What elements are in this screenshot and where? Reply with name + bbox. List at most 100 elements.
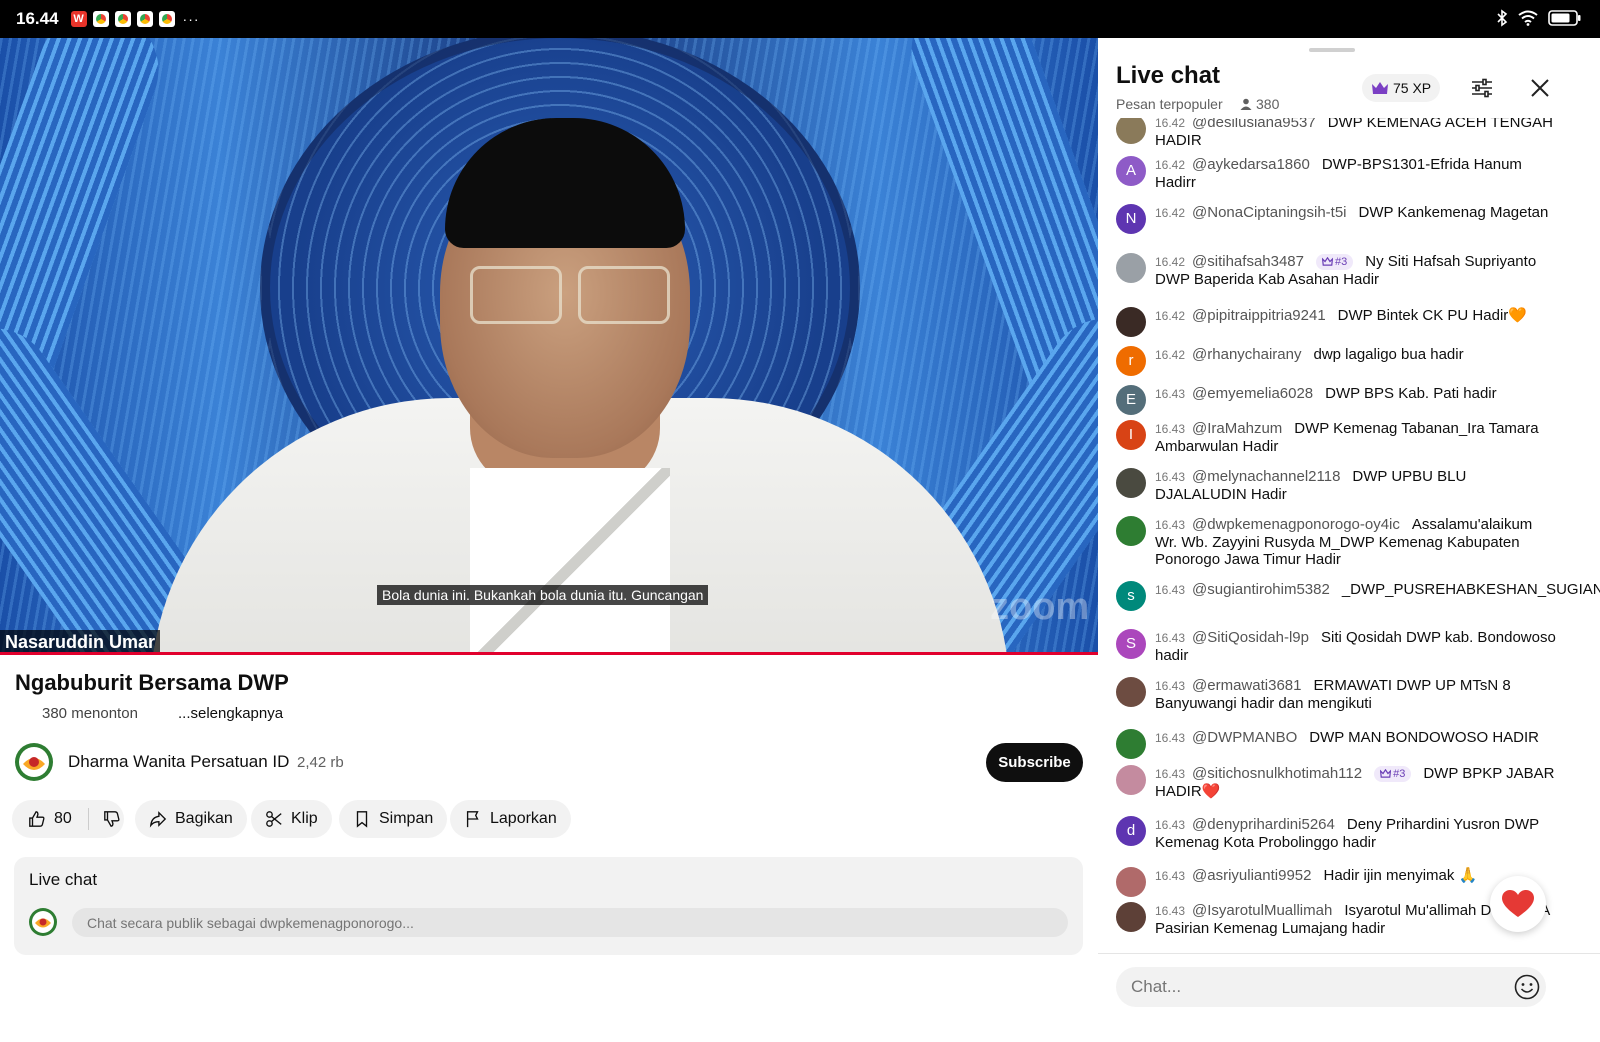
chat-message[interactable]: 16.42 @sitihafsah3487 #3 Ny Siti Hafsah Sup… <box>1116 253 1556 288</box>
thumbs-down-icon[interactable] <box>103 810 121 828</box>
chat-author-name[interactable]: @rhanychairany <box>1192 346 1301 363</box>
live-chat-preview[interactable]: Live chat <box>14 857 1083 955</box>
wifi-icon <box>1518 10 1538 26</box>
chat-author-name[interactable]: @asriyulianti9952 <box>1192 867 1311 884</box>
chat-message-body: 16.43 @melynachannel2118 DWP UPBU BLU DJAL… <box>1155 468 1556 503</box>
chat-timestamp: 16.42 <box>1155 348 1186 362</box>
chat-message[interactable]: 16.43 @dwpkemenagponorogo-oy4ic Assalamu'a… <box>1116 516 1556 568</box>
chat-message[interactable]: 16.43 @sitichosnulkhotimah112 #3 DWP BPKP J… <box>1116 765 1556 800</box>
share-button[interactable]: Bagikan <box>135 800 247 838</box>
chat-author-name[interactable]: @sitihafsah3487 <box>1192 253 1304 270</box>
like-count[interactable]: 80 <box>54 810 72 828</box>
chat-message-text: DWP Bintek CK PU Hadir🧡 <box>1337 307 1527 324</box>
chat-message-body: 16.43 @SitiQosidah-l9p Siti Qosidah DWP ka… <box>1155 629 1556 664</box>
channel-name[interactable]: Dharma Wanita Persatuan ID <box>68 752 289 772</box>
chat-author-avatar[interactable]: s <box>1116 581 1146 611</box>
chat-author-name[interactable]: @NonaCiptaningsih-t5i <box>1192 204 1346 221</box>
chrome-icon <box>114 11 131 27</box>
save-button[interactable]: Simpan <box>339 800 448 838</box>
chat-author-name[interactable]: @ermawati3681 <box>1192 677 1301 694</box>
chat-author-avatar[interactable] <box>1116 729 1146 759</box>
chat-author-name[interactable]: @sugiantirohim5382 <box>1192 581 1330 598</box>
chat-author-name[interactable]: @pipitraippitria9241 <box>1192 307 1326 324</box>
video-player[interactable]: zoom Bola dunia ini. Bukankah bola dunia… <box>0 38 1098 655</box>
chat-author-avatar[interactable]: d <box>1116 816 1146 846</box>
chat-author-avatar[interactable] <box>1116 307 1146 337</box>
clip-label: Klip <box>291 810 318 827</box>
battery-icon <box>1548 10 1581 26</box>
chat-message[interactable]: A 16.42 @aykedarsa1860 DWP-BPS1301-Efrida H… <box>1116 156 1556 191</box>
chat-message[interactable]: 16.43 @asriyulianti9952 Hadir ijin menyima… <box>1116 867 1556 897</box>
live-chat-preview-label: Live chat <box>29 870 98 889</box>
viewer-count: 380 menonton <box>42 705 138 722</box>
filter-settings-icon[interactable] <box>1470 76 1494 100</box>
video-progress-bar[interactable] <box>0 652 1098 655</box>
chat-author-avatar[interactable]: E <box>1116 385 1146 415</box>
report-button[interactable]: Laporkan <box>450 800 571 838</box>
chat-author-avatar[interactable] <box>1116 468 1146 498</box>
chat-author-name[interactable]: @melynachannel2118 <box>1192 468 1340 485</box>
chat-author-avatar[interactable] <box>1116 118 1146 144</box>
chat-message[interactable]: 16.43 @ermawati3681 ERMAWATI DWP UP MTsN 8… <box>1116 677 1556 712</box>
chat-message[interactable]: 16.43 @melynachannel2118 DWP UPBU BLU DJAL… <box>1116 468 1556 503</box>
chat-author-avatar[interactable] <box>1116 253 1146 283</box>
chat-message[interactable]: S 16.43 @SitiQosidah-l9p Siti Qosidah DWP k… <box>1116 629 1556 664</box>
chat-author-name[interactable]: @sitichosnulkhotimah112 <box>1192 765 1362 782</box>
chrome-icon <box>158 11 175 27</box>
chat-author-avatar[interactable] <box>1116 765 1146 795</box>
chat-message[interactable]: r 16.42 @rhanychairany dwp lagaligo bua had… <box>1116 346 1556 376</box>
share-label: Bagikan <box>175 810 233 827</box>
chat-author-name[interactable]: @dwpkemenagponorogo-oy4ic <box>1192 516 1400 533</box>
chat-message[interactable]: 16.42 @desilusiana9537 DWP KEMENAG ACEH TE… <box>1116 118 1556 149</box>
chat-author-avatar[interactable]: I <box>1116 420 1146 450</box>
chat-message[interactable]: s 16.43 @sugiantirohim5382 _DWP_PUSREHABKES… <box>1116 581 1600 611</box>
show-more-link[interactable]: ...selengkapnya <box>178 705 283 722</box>
chat-author-avatar[interactable] <box>1116 516 1146 546</box>
chat-author-name[interactable]: @IraMahzum <box>1192 420 1282 437</box>
preview-chat-input[interactable] <box>72 908 1068 937</box>
zoom-watermark: zoom <box>990 586 1090 628</box>
chat-author-name[interactable]: @denyprihardini5264 <box>1192 816 1335 833</box>
chat-message-body: 16.42 @desilusiana9537 DWP KEMENAG ACEH TE… <box>1155 118 1556 149</box>
channel-avatar[interactable] <box>14 742 54 782</box>
heart-reaction-button[interactable] <box>1490 876 1546 932</box>
chat-message-list[interactable]: 16.42 @desilusiana9537 DWP KEMENAG ACEH TE… <box>1098 118 1600 990</box>
chat-timestamp: 16.42 <box>1155 118 1186 130</box>
thumbs-up-icon[interactable] <box>28 810 46 828</box>
chat-author-name[interactable]: @SitiQosidah-l9p <box>1192 629 1309 646</box>
chat-panel-title: Live chat <box>1116 62 1221 89</box>
chat-timestamp: 16.43 <box>1155 583 1186 597</box>
app-w-icon: W <box>70 11 87 27</box>
chat-timestamp: 16.43 <box>1155 731 1186 745</box>
like-dislike-group: 80 <box>12 800 124 838</box>
chat-author-avatar[interactable]: r <box>1116 346 1146 376</box>
chat-message[interactable]: I 16.43 @IraMahzum DWP Kemenag Tabanan_Ira … <box>1116 420 1556 455</box>
chat-author-name[interactable]: @emyemelia6028 <box>1192 385 1313 402</box>
status-bar: 16.44 W ··· <box>0 0 1600 38</box>
chat-author-avatar[interactable]: N <box>1116 204 1146 234</box>
clock: 16.44 <box>16 9 59 28</box>
chat-message[interactable]: N 16.42 @NonaCiptaningsih-t5i DWP Kankemena… <box>1116 204 1556 234</box>
chat-author-name[interactable]: @DWPMANBO <box>1192 729 1297 746</box>
chat-author-avatar[interactable] <box>1116 902 1146 932</box>
subscribe-button[interactable]: Subscribe <box>986 743 1083 782</box>
emoji-icon[interactable] <box>1514 974 1540 1000</box>
chat-message-body: 16.43 @denyprihardini5264 Deny Prihardini … <box>1155 816 1556 851</box>
xp-badge[interactable]: 75 XP <box>1362 74 1441 102</box>
close-icon[interactable] <box>1528 76 1552 100</box>
chat-mode-selector[interactable]: Pesan terpopuler <box>1116 96 1223 112</box>
chat-author-avatar[interactable] <box>1116 677 1146 707</box>
chat-author-avatar[interactable]: S <box>1116 629 1146 659</box>
chat-message[interactable]: d 16.43 @denyprihardini5264 Deny Prihardini… <box>1116 816 1556 851</box>
drag-handle[interactable] <box>1309 48 1355 52</box>
chat-author-name[interactable]: @IsyarotulMuallimah <box>1192 902 1332 919</box>
chat-author-avatar[interactable]: A <box>1116 156 1146 186</box>
chat-message[interactable]: E 16.43 @emyemelia6028 DWP BPS Kab. Pati ha… <box>1116 385 1556 415</box>
chat-message[interactable]: 16.43 @DWPMANBO DWP MAN BONDOWOSO HADIR <box>1116 729 1556 759</box>
chat-input[interactable] <box>1116 967 1546 1007</box>
chat-author-name[interactable]: @aykedarsa1860 <box>1192 156 1310 173</box>
clip-button[interactable]: Klip <box>251 800 332 838</box>
chat-message[interactable]: 16.42 @pipitraippitria9241 DWP Bintek CK P… <box>1116 307 1556 337</box>
chat-author-name[interactable]: @desilusiana9537 <box>1192 118 1316 131</box>
chat-author-avatar[interactable] <box>1116 867 1146 897</box>
